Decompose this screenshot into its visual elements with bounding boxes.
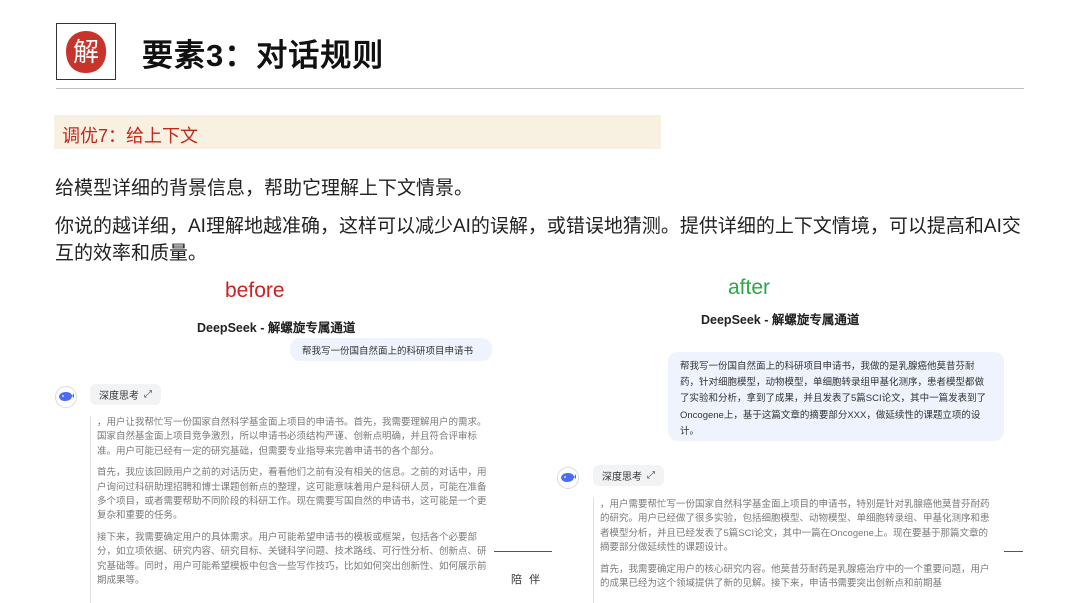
after-thinking-para-2: 首先，我需要确定用户的核心研究内容。他莫昔芬耐药是乳腺癌治疗中的一个重要问题，用…: [600, 563, 990, 590]
before-thinking-para-3: 接下来，我需要确定用户的具体需求。用户可能希望申请书的模板或框架，包括各个必要部…: [97, 531, 487, 587]
seal-char: 解: [73, 38, 99, 68]
before-chat-title: DeepSeek - 解螺旋专属通道: [197, 321, 356, 335]
expand-arrow-icon: ⤢: [144, 389, 152, 400]
before-thinking-para-1: ，用户让我帮忙写一份国家自然科学基金面上项目的申请书。首先，我需要理解用户的需求…: [97, 417, 487, 457]
after-thinking-block: ，用户需要帮忙写一份国家自然科学基金面上项目的申请书，特别是针对乳腺癌他莫昔芬耐…: [593, 498, 995, 603]
before-label: before: [225, 279, 285, 302]
after-user-message: 帮我写一份国自然面上的科研项目申请书，我做的是乳腺癌他莫昔芬耐药，针对细胞模型，…: [668, 352, 1004, 441]
before-chip-label: 深度思考: [99, 391, 139, 402]
seal-logo-icon: 解: [66, 30, 107, 73]
after-thinking-para-1: ，用户需要帮忙写一份国家自然科学基金面上项目的申请书，特别是针对乳腺癌他莫昔芬耐…: [600, 499, 990, 554]
after-chip-label: 深度思考: [602, 472, 642, 483]
before-whale-icon: [55, 386, 77, 408]
after-label: after: [728, 276, 771, 299]
intro-line-1: 给模型详细的背景信息，帮助它理解上下文情景。: [55, 178, 474, 199]
logo: 解: [56, 23, 116, 80]
before-thinking-para-2: 首先，我应该回顾用户之前的对话历史，看看他们之前有没有相关的信息。之前的对话中，…: [97, 467, 487, 522]
tuning-banner: 调优7：给上下文: [54, 115, 661, 149]
after-chat-title: DeepSeek - 解螺旋专属通道: [701, 313, 860, 327]
intro-line-2: 你说的越详细，AI理解地越准确，这样可以减少AI的误解，或错误地猜测。提供详细的…: [55, 216, 1021, 264]
after-deep-think-toggle[interactable]: 深度思考 ⤢: [593, 465, 664, 486]
side-label: 陪伴: [511, 574, 547, 586]
before-user-message: 帮我写一份国自然面上的科研项目申请书: [290, 338, 492, 361]
expand-arrow-icon: ⤢: [647, 470, 655, 481]
divider-right: [1004, 551, 1023, 552]
before-deep-think-toggle[interactable]: 深度思考 ⤢: [90, 384, 161, 405]
page-title: 要素3：对话规则: [142, 38, 385, 73]
title-divider: [56, 88, 1024, 89]
after-whale-icon: [557, 467, 579, 489]
tuning-label: 调优7：给上下文: [62, 126, 199, 146]
before-thinking-block: ，用户让我帮忙写一份国家自然科学基金面上项目的申请书。首先，我需要理解用户的需求…: [90, 416, 488, 603]
divider-left: [494, 551, 552, 552]
